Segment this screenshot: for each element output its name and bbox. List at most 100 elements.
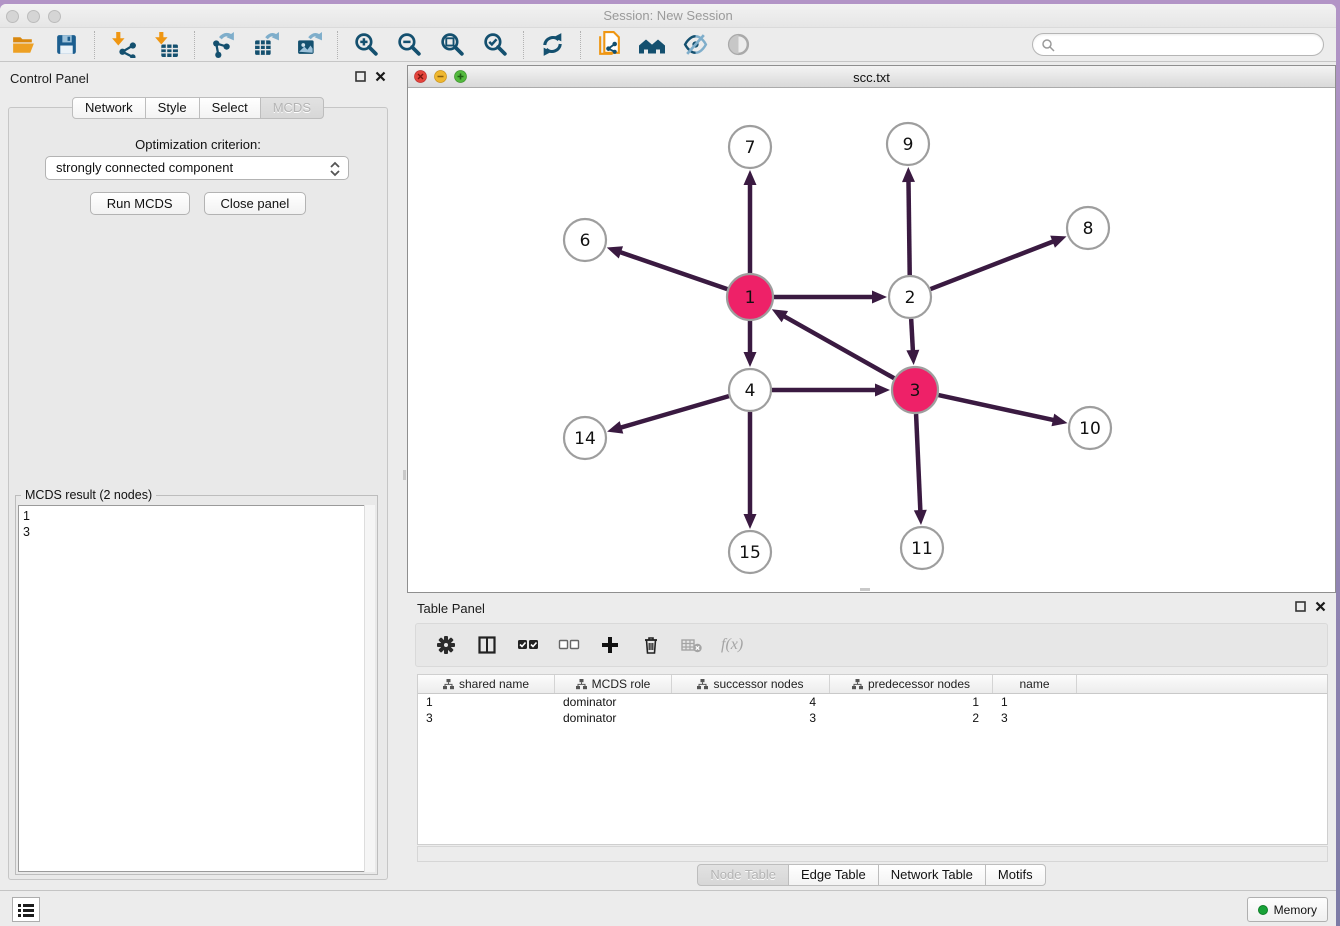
workspace: Control Panel NetworkStyleSelectMCDS Opt… xyxy=(0,62,1336,890)
edge-2-9[interactable] xyxy=(908,180,909,275)
column-header-label: MCDS role xyxy=(592,677,651,691)
export-network-icon[interactable] xyxy=(208,30,238,60)
clone-network-icon[interactable] xyxy=(594,30,624,60)
edge-1-6[interactable] xyxy=(619,252,727,289)
result-scrollbar[interactable] xyxy=(364,505,375,872)
network-canvas-svg[interactable]: 7968124314101511 xyxy=(408,88,1335,592)
column-header-shared-name[interactable]: shared name xyxy=(418,675,555,693)
column-header-label: predecessor nodes xyxy=(868,677,970,691)
mcds-result-list[interactable]: 13 xyxy=(18,505,375,872)
table-cell[interactable]: 3 xyxy=(672,710,830,726)
tab-select[interactable]: Select xyxy=(199,97,261,119)
save-session-icon[interactable] xyxy=(51,30,81,60)
tab-node-table[interactable]: Node Table xyxy=(697,864,789,886)
mcds-tab-content: Optimization criterion: strongly connect… xyxy=(8,107,388,880)
delete-table-icon[interactable] xyxy=(680,633,704,657)
deselect-all-icon[interactable] xyxy=(557,633,581,657)
tab-style[interactable]: Style xyxy=(145,97,200,119)
close-panel-button[interactable]: Close panel xyxy=(204,192,307,215)
zoom-fit-icon[interactable] xyxy=(437,30,467,60)
status-bar: Memory xyxy=(0,890,1336,926)
column-header-predecessor-nodes[interactable]: predecessor nodes xyxy=(830,675,993,693)
refresh-icon[interactable] xyxy=(537,30,567,60)
run-mcds-button[interactable]: Run MCDS xyxy=(90,192,190,215)
add-column-icon[interactable] xyxy=(598,633,622,657)
table-cell[interactable]: dominator xyxy=(555,694,672,710)
table-cell[interactable]: 3 xyxy=(993,710,1077,726)
edge-4-14[interactable] xyxy=(620,396,729,428)
edge-3-10[interactable] xyxy=(938,395,1054,420)
table-toolbar: f(x) xyxy=(415,623,1328,667)
criterion-dropdown-value: strongly connected component xyxy=(56,160,233,175)
table-cell[interactable]: 4 xyxy=(672,694,830,710)
column-header-name[interactable]: name xyxy=(993,675,1077,693)
toolbar-separator xyxy=(337,31,338,59)
tab-network-table[interactable]: Network Table xyxy=(878,864,986,886)
show-all-icon[interactable] xyxy=(723,30,753,60)
table-body: 1dominator4113dominator323 xyxy=(418,694,1327,726)
column-view-icon[interactable] xyxy=(475,633,499,657)
node-table[interactable]: shared name MCDS role successor nodes prede… xyxy=(417,674,1328,845)
table-header-row: shared name MCDS role successor nodes prede… xyxy=(418,675,1327,694)
function-builder-icon[interactable]: f(x) xyxy=(721,633,743,657)
close-table-panel-icon[interactable] xyxy=(1315,601,1326,612)
column-sort-icon xyxy=(852,679,863,690)
hide-selected-icon[interactable] xyxy=(680,30,710,60)
table-tabs: Node TableEdge TableNetwork TableMotifs xyxy=(407,864,1336,886)
mcds-result-value: 3 xyxy=(23,524,370,540)
table-cell[interactable]: 1 xyxy=(418,694,555,710)
search-input[interactable] xyxy=(1055,38,1315,52)
tab-mcds[interactable]: MCDS xyxy=(260,97,324,119)
zoom-out-icon[interactable] xyxy=(394,30,424,60)
tab-edge-table[interactable]: Edge Table xyxy=(788,864,879,886)
edge-3-1[interactable] xyxy=(783,316,894,379)
select-all-icon[interactable] xyxy=(516,633,540,657)
criterion-dropdown[interactable]: strongly connected component xyxy=(45,156,349,180)
edge-arrowhead xyxy=(607,246,623,258)
memory-button[interactable]: Memory xyxy=(1247,897,1328,922)
float-table-panel-icon[interactable] xyxy=(1295,601,1306,612)
edge-3-11[interactable] xyxy=(916,414,920,512)
graph-node-label: 11 xyxy=(911,539,933,559)
control-panel: Control Panel NetworkStyleSelectMCDS Opt… xyxy=(0,65,396,882)
edge-2-8[interactable] xyxy=(931,241,1055,289)
edge-arrowhead xyxy=(902,167,915,182)
task-history-button[interactable] xyxy=(12,897,40,922)
table-cell[interactable]: 1 xyxy=(830,694,993,710)
tab-network[interactable]: Network xyxy=(72,97,146,119)
zoom-selected-icon[interactable] xyxy=(480,30,510,60)
graph-node-label: 2 xyxy=(905,288,916,308)
table-cell[interactable]: 2 xyxy=(830,710,993,726)
graph-node-label: 15 xyxy=(739,543,761,563)
table-cell[interactable]: 3 xyxy=(418,710,555,726)
zoom-in-icon[interactable] xyxy=(351,30,381,60)
column-header-label: shared name xyxy=(459,677,529,691)
graph-node-label: 6 xyxy=(580,231,591,251)
table-row[interactable]: 1dominator411 xyxy=(418,694,1327,710)
open-folder-icon[interactable] xyxy=(8,30,38,60)
splitter-grip[interactable] xyxy=(403,470,406,480)
table-settings-gear-icon[interactable] xyxy=(434,633,458,657)
table-cell[interactable]: 1 xyxy=(993,694,1077,710)
table-hscrollbar[interactable] xyxy=(417,846,1328,862)
table-row[interactable]: 3dominator323 xyxy=(418,710,1327,726)
import-table-icon[interactable] xyxy=(151,30,181,60)
delete-column-icon[interactable] xyxy=(639,633,663,657)
network-window-titlebar[interactable]: scc.txt xyxy=(408,66,1335,88)
first-neighbors-icon[interactable] xyxy=(637,30,667,60)
resize-grip[interactable] xyxy=(860,588,870,591)
column-header-MCDS-role[interactable]: MCDS role xyxy=(555,675,672,693)
search-box[interactable] xyxy=(1032,33,1324,56)
export-table-icon[interactable] xyxy=(251,30,281,60)
table-cell[interactable]: dominator xyxy=(555,710,672,726)
close-panel-icon[interactable] xyxy=(375,71,386,82)
float-panel-icon[interactable] xyxy=(355,71,366,82)
edge-2-3[interactable] xyxy=(911,319,913,352)
edge-arrowhead xyxy=(744,352,757,367)
export-image-icon[interactable] xyxy=(294,30,324,60)
tab-motifs[interactable]: Motifs xyxy=(985,864,1046,886)
column-header-successor-nodes[interactable]: successor nodes xyxy=(672,675,830,693)
graph-node-label: 1 xyxy=(745,288,756,308)
toolbar-separator xyxy=(194,31,195,59)
import-network-icon[interactable] xyxy=(108,30,138,60)
